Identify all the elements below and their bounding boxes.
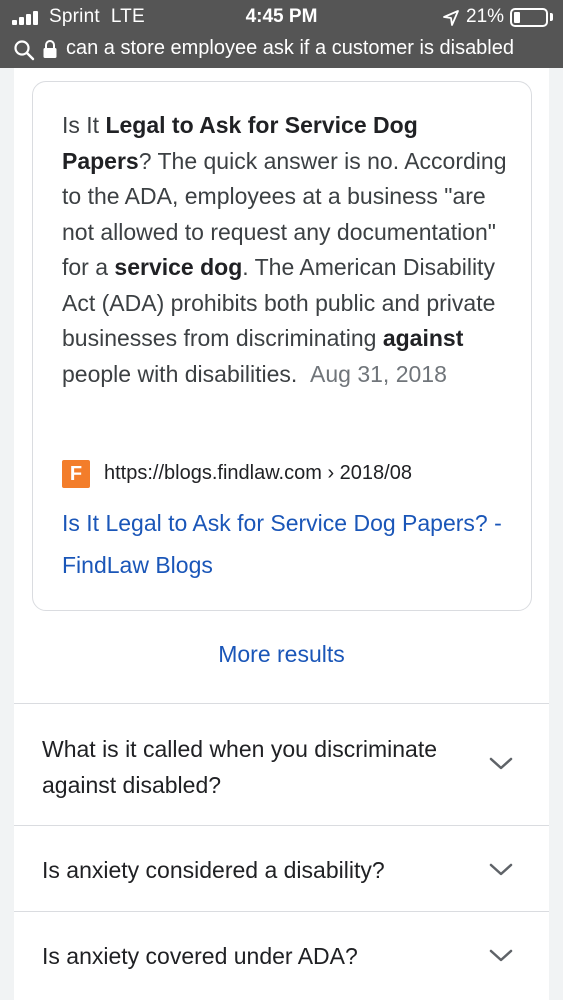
related-question-item[interactable]: Is anxiety covered under ADA? <box>14 911 549 1000</box>
status-bar: Sprint LTE 4:45 PM 21% <box>0 0 563 36</box>
source-url[interactable]: https://blogs.findlaw.com › 2018/08 <box>104 462 412 485</box>
related-question-text: Is anxiety covered under ADA? <box>42 943 358 969</box>
related-question-text: Is anxiety considered a disability? <box>42 857 385 883</box>
featured-snippet-card: Is It Legal to Ask for Service Dog Paper… <box>32 81 532 611</box>
chevron-down-icon[interactable] <box>489 757 513 771</box>
snippet-answer-text: Is It Legal to Ask for Service Dog Paper… <box>62 108 512 392</box>
related-question-item[interactable]: Is anxiety considered a disability? <box>14 825 549 911</box>
chevron-down-icon[interactable] <box>489 863 513 877</box>
battery-tip <box>550 13 553 21</box>
result-title-link[interactable]: Is It Legal to Ask for Service Dog Paper… <box>62 502 502 586</box>
lock-icon <box>43 40 57 58</box>
address-bar[interactable]: can a store employee ask if a customer i… <box>0 36 563 68</box>
search-results-column: Is It Legal to Ask for Service Dog Paper… <box>14 68 549 1000</box>
browser-top-bar: Sprint LTE 4:45 PM 21% can a store emplo… <box>0 0 563 68</box>
answer-text: Is It <box>62 112 106 138</box>
location-arrow-icon <box>443 10 459 26</box>
search-query-text[interactable]: can a store employee ask if a customer i… <box>66 37 514 60</box>
related-question-item[interactable]: What is it called when you discriminate … <box>14 703 549 825</box>
answer-text: people with disabilities. <box>62 360 298 387</box>
findlaw-favicon-icon: F <box>62 460 90 488</box>
answer-highlight: against <box>382 325 464 351</box>
battery-icon <box>510 8 548 27</box>
snippet-date: Aug 31, 2018 <box>310 360 447 387</box>
more-results-link[interactable]: More results <box>14 641 549 668</box>
search-icon <box>14 40 35 61</box>
chevron-down-icon[interactable] <box>489 949 513 963</box>
battery-percentage: 21% <box>466 6 505 27</box>
battery-level-fill <box>514 12 520 23</box>
answer-highlight: service dog <box>114 254 243 280</box>
related-question-text: What is it called when you discriminate … <box>42 736 437 798</box>
